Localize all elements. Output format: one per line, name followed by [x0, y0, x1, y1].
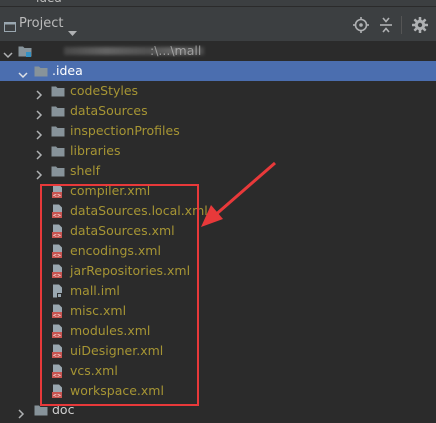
folder-icon	[51, 104, 65, 118]
project-tree: :\...\mall .idea codeStyles dataSources …	[0, 41, 436, 423]
tree-row-idea-folder[interactable]: .idea	[0, 61, 436, 81]
project-view-icon[interactable]	[4, 18, 16, 37]
locate-target-icon[interactable]	[352, 16, 370, 34]
window-top-strip: idea	[0, 0, 436, 7]
chevron-down-icon[interactable]	[3, 46, 13, 59]
annotation-arrow-icon	[201, 161, 276, 227]
window-title-fragment: idea	[36, 0, 62, 5]
tree-row-folder[interactable]: libraries	[0, 141, 436, 161]
settings-gear-icon[interactable]	[411, 16, 429, 34]
collapse-all-icon[interactable]	[377, 16, 395, 34]
chevron-down-icon[interactable]	[18, 66, 28, 79]
annotation-highlight-box	[40, 184, 199, 406]
tree-row-root[interactable]: :\...\mall	[0, 41, 436, 61]
folder-icon	[51, 164, 65, 178]
folder-label: libraries	[70, 143, 121, 158]
tree-row-folder[interactable]: codeStyles	[0, 81, 436, 101]
chevron-right-icon[interactable]	[34, 166, 44, 180]
header-separator	[401, 16, 402, 34]
dropdown-caret-icon[interactable]	[68, 22, 77, 41]
project-view-title[interactable]: Project	[19, 16, 63, 31]
root-path-label: :\...\mall	[150, 43, 202, 58]
tree-row-folder[interactable]: inspectionProfiles	[0, 121, 436, 141]
folder-icon	[51, 84, 65, 98]
project-tool-window: idea Project	[0, 0, 436, 423]
folder-label: inspectionProfiles	[70, 123, 180, 138]
module-folder-icon	[18, 44, 32, 58]
folder-icon	[34, 64, 48, 78]
tree-row-folder[interactable]: dataSources	[0, 101, 436, 121]
chevron-right-icon[interactable]	[34, 146, 44, 160]
folder-label: .idea	[52, 63, 83, 78]
project-panel-header: Project	[0, 7, 436, 42]
folder-icon	[51, 124, 65, 138]
folder-label: shelf	[70, 163, 100, 178]
chevron-right-icon[interactable]	[34, 86, 44, 100]
chevron-right-icon[interactable]	[34, 126, 44, 140]
folder-label: codeStyles	[70, 83, 139, 98]
folder-label: dataSources	[70, 103, 148, 118]
folder-icon	[51, 144, 65, 158]
chevron-right-icon[interactable]	[16, 405, 26, 419]
chevron-right-icon[interactable]	[34, 106, 44, 120]
